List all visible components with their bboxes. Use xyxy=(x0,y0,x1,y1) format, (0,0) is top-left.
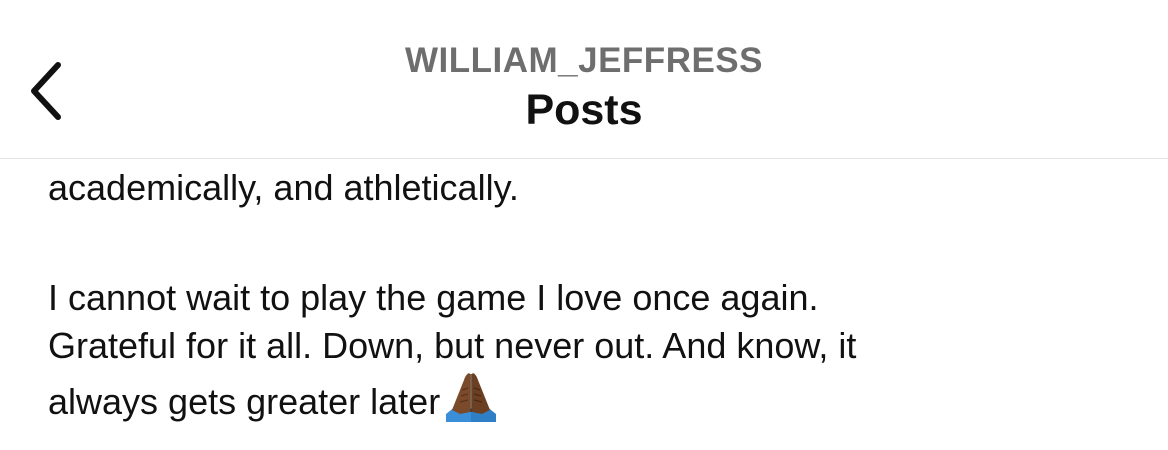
caption-line-last: always gets greater later xyxy=(48,370,1138,434)
caption-line: academically, and athletically. xyxy=(48,167,519,208)
profile-username[interactable]: WILLIAM_JEFFRESS xyxy=(0,40,1168,82)
caption-line: I cannot wait to play the game I love on… xyxy=(48,277,819,318)
post-caption: academically, and athletically. I cannot… xyxy=(48,164,1138,434)
folded-hands-emoji xyxy=(442,370,500,434)
caption-line-text: Grateful for it all. Down, but never out… xyxy=(48,325,857,366)
caption-line-text: always gets greater later xyxy=(48,381,441,422)
page-title: Posts xyxy=(525,86,643,134)
top-nav-bar: WILLIAM_JEFFRESS Posts xyxy=(0,0,1168,159)
caption-line: Grateful for it all. Down, but never out… xyxy=(48,322,1138,370)
